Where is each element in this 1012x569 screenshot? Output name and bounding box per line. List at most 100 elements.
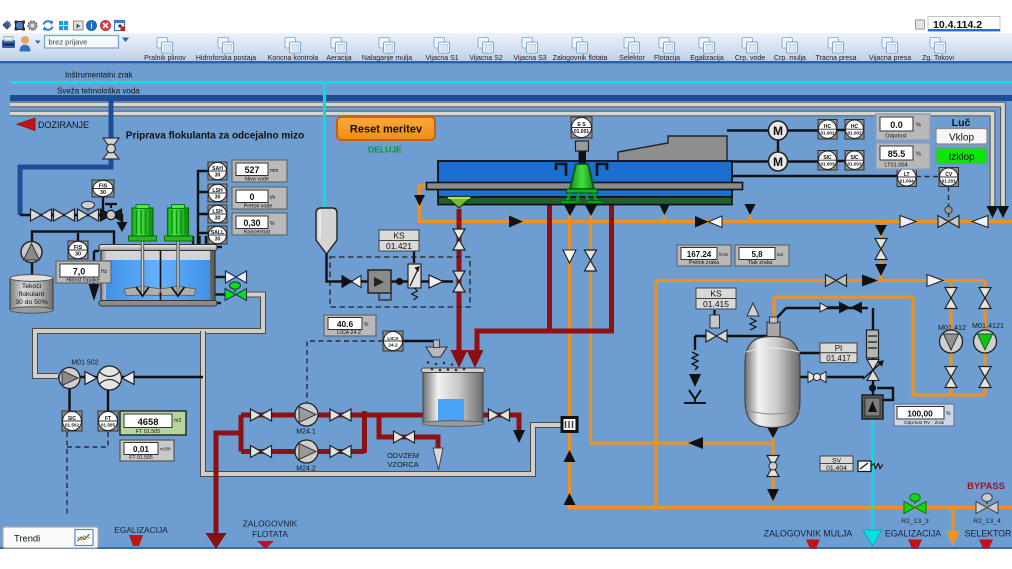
svg-text:SV: SV (832, 457, 842, 464)
svg-text:Trendi: Trendi (14, 533, 40, 544)
svg-text:Pralnik plinov: Pralnik plinov (144, 55, 186, 62)
svg-text:m3/h: m3/h (160, 447, 171, 453)
svg-text:LSH: LSH (212, 209, 223, 215)
svg-text:Egalizacija: Egalizacija (690, 55, 724, 62)
svg-text:30 do 50%: 30 do 50% (15, 299, 48, 306)
svg-text:EGALIZACIJA: EGALIZACIJA (114, 525, 168, 535)
svg-text:5,8: 5,8 (751, 250, 763, 259)
svg-text:Reset meritev: Reset meritev (350, 124, 423, 136)
svg-text:HC: HC (824, 124, 832, 130)
svg-text:Izklop: Izklop (948, 152, 975, 163)
svg-text:0: 0 (250, 192, 255, 202)
svg-text:FIS: FIS (99, 183, 108, 189)
svg-text:01.505: 01.505 (101, 423, 115, 428)
svg-text:l/min: l/min (719, 252, 729, 257)
svg-text:FIS: FIS (74, 245, 83, 251)
svg-text:4658: 4658 (138, 416, 159, 427)
svg-text:SIC: SIC (823, 155, 832, 161)
svg-text:Tracna presa: Tracna presa (816, 55, 857, 62)
svg-text:Odprtost: Odprtost (885, 134, 907, 140)
svg-text:24.2: 24.2 (388, 343, 398, 349)
svg-text:0,30: 0,30 (243, 218, 260, 228)
svg-text:%: % (364, 322, 369, 328)
svg-text:Zg. Tokovi: Zg. Tokovi (922, 55, 954, 62)
svg-text:HC: HC (851, 124, 859, 130)
svg-text:Inštrumentalni zrak: Inštrumentalni zrak (65, 71, 134, 80)
svg-text:l/h: l/h (270, 195, 276, 201)
svg-text:Hz: Hz (101, 269, 108, 275)
svg-text:M24.2: M24.2 (296, 466, 316, 473)
svg-text:01.404: 01.404 (826, 465, 847, 472)
svg-text:0,01: 0,01 (133, 445, 149, 454)
svg-text:ODVZEM: ODVZEM (387, 451, 419, 460)
svg-text:Vijacna S3: Vijacna S3 (513, 55, 546, 62)
svg-text:FT: FT (105, 416, 111, 422)
svg-text:SIC: SIC (68, 416, 77, 422)
svg-text:m3: m3 (174, 418, 181, 424)
svg-text:30: 30 (215, 173, 221, 179)
svg-text:M: M (773, 124, 783, 138)
svg-text:FT 01.505: FT 01.505 (136, 429, 160, 435)
svg-text:Hitrost črpalke: Hitrost črpalke (66, 278, 99, 284)
svg-text:30: 30 (215, 237, 221, 243)
svg-text:DELUJE: DELUJE (368, 145, 402, 155)
svg-text:LT: LT (904, 172, 910, 178)
svg-text:brez prijave: brez prijave (49, 38, 88, 47)
svg-text:Hidroforska postaja: Hidroforska postaja (196, 55, 256, 62)
svg-text:EGALIZACIJA: EGALIZACIJA (885, 529, 941, 539)
svg-text:7,0: 7,0 (73, 267, 86, 277)
svg-text:527: 527 (245, 165, 260, 175)
svg-text:01.002: 01.002 (847, 131, 861, 136)
svg-text:Crp. vode: Crp. vode (735, 55, 765, 62)
svg-text:%: % (916, 152, 921, 158)
svg-text:KS: KS (710, 289, 722, 299)
svg-text:E S: E S (577, 122, 586, 128)
svg-text:M: M (773, 155, 783, 169)
svg-text:VZORCA: VZORCA (387, 460, 418, 469)
svg-text:01.001: 01.001 (574, 129, 590, 135)
svg-text:40.6: 40.6 (337, 319, 354, 329)
svg-text:01.003: 01.003 (847, 162, 861, 167)
svg-text:%: % (946, 411, 951, 417)
svg-text:01.003: 01.003 (820, 162, 834, 167)
svg-text:Pretok zraka: Pretok zraka (689, 260, 719, 266)
svg-text:bar: bar (777, 252, 784, 257)
svg-text:Nalaganje mulja: Nalaganje mulja (362, 55, 412, 62)
svg-text:LICA: LICA (387, 336, 399, 342)
svg-text:85.5: 85.5 (888, 149, 906, 159)
svg-text:100,00: 100,00 (907, 409, 933, 419)
svg-text:M01 502: M01 502 (71, 360, 98, 367)
svg-text:CV: CV (945, 172, 953, 178)
svg-text:R2_13_3: R2_13_3 (901, 518, 929, 525)
svg-text:Luč: Luč (952, 117, 971, 129)
svg-text:mm: mm (270, 168, 278, 174)
svg-text:01.201: 01.201 (942, 178, 956, 183)
svg-text:Koncentrat: Koncentrat (244, 230, 271, 236)
svg-text:flokulant: flokulant (19, 291, 44, 298)
svg-text:SALL: SALL (211, 230, 225, 236)
svg-text:01.004: 01.004 (900, 178, 914, 183)
svg-text:Vijacna presa: Vijacna presa (869, 55, 911, 62)
svg-text:LICA 24.2: LICA 24.2 (337, 330, 361, 336)
svg-text:01.415: 01.415 (703, 299, 729, 309)
svg-text:%: % (916, 123, 921, 129)
svg-text:R2_13_4: R2_13_4 (973, 518, 1001, 525)
svg-text:Vijacna S1: Vijacna S1 (425, 55, 458, 62)
svg-text:0.0: 0.0 (890, 120, 903, 130)
svg-text:30: 30 (75, 252, 81, 258)
svg-text:ZALOGOVNIK: ZALOGOVNIK (243, 519, 298, 529)
svg-text:M01.4121: M01.4121 (972, 321, 1004, 330)
svg-text:Priprava flokulanta za odcejal: Priprava flokulanta za odcejalno mizo (126, 131, 304, 142)
svg-text:30: 30 (215, 216, 221, 222)
svg-text:FT 01.505: FT 01.505 (129, 455, 153, 461)
svg-text:i: i (90, 22, 92, 31)
svg-text:DOZIRANJE: DOZIRANJE (38, 120, 89, 130)
svg-text:SELEKTOR: SELEKTOR (965, 529, 1012, 539)
svg-text:%: % (270, 221, 275, 227)
svg-text:Aeracija: Aeracija (326, 55, 351, 62)
svg-text:Vklop: Vklop (949, 133, 974, 144)
svg-text:Tlak zraka: Tlak zraka (748, 260, 773, 266)
svg-text:01.417: 01.417 (826, 354, 851, 363)
svg-text:Odprtost RV - Zrak: Odprtost RV - Zrak (904, 420, 945, 426)
svg-text:SAH: SAH (212, 166, 223, 172)
